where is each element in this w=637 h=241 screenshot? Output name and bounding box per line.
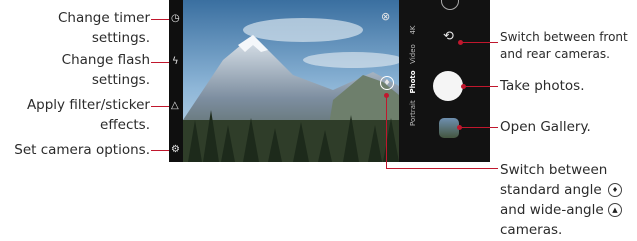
callout-gallery: Open Gallery. bbox=[500, 119, 591, 135]
flash-icon[interactable]: ϟ bbox=[172, 57, 179, 67]
mode-4k[interactable]: 4K bbox=[409, 18, 417, 42]
callout-angle-line3-row: and wide-angle ▲ bbox=[500, 200, 637, 220]
callout-angle-line2-row: standard angle ♦ bbox=[500, 180, 637, 200]
leader-dot-switch-camera bbox=[458, 40, 463, 45]
mode-video[interactable]: Video bbox=[409, 42, 417, 66]
leader-angle-horiz bbox=[386, 168, 498, 169]
switch-camera-icon[interactable]: ⟲ bbox=[443, 30, 454, 43]
left-toolbar bbox=[169, 0, 183, 162]
leader-angle-vert bbox=[386, 95, 387, 168]
callout-angle-line3: and wide-angle bbox=[500, 202, 604, 218]
callout-switch-camera: Switch between front and rear cameras. bbox=[500, 30, 628, 61]
leader-gallery bbox=[459, 127, 498, 128]
mode-photo[interactable]: Photo bbox=[409, 70, 417, 94]
callout-filter: Apply filter/sticker effects. bbox=[26, 97, 150, 133]
leader-dot-shutter bbox=[461, 84, 466, 89]
wide-angle-icon: ▲ bbox=[608, 203, 622, 217]
standard-angle-icon: ♦ bbox=[608, 183, 622, 197]
filter-icon[interactable]: △ bbox=[171, 101, 179, 111]
mode-strip: Portrait Photo Video 4K bbox=[401, 0, 425, 162]
leader-dot-gallery bbox=[457, 125, 462, 130]
callout-angle: Switch between standard angle ♦ and wide… bbox=[500, 160, 637, 240]
leader-dot-angle bbox=[384, 93, 389, 98]
leader-switch-camera bbox=[460, 42, 498, 43]
gallery-shortcut-icon[interactable]: ⊗ bbox=[381, 11, 390, 22]
callout-flash: Change flash settings. bbox=[61, 52, 150, 88]
callout-take-photos: Take photos. bbox=[500, 78, 585, 94]
callout-angle-line1: Switch between bbox=[500, 162, 608, 178]
leader-shutter bbox=[463, 86, 498, 87]
callout-timer: Change timer settings. bbox=[57, 10, 150, 46]
timer-icon[interactable]: ◷ bbox=[171, 14, 180, 24]
angle-switch-button[interactable]: ♦ bbox=[380, 76, 394, 90]
settings-icon[interactable]: ⚙ bbox=[171, 145, 180, 155]
callout-angle-line2: standard angle bbox=[500, 182, 602, 198]
shutter-button[interactable] bbox=[433, 71, 463, 101]
callout-angle-line4: cameras. bbox=[500, 222, 563, 238]
gallery-thumbnail[interactable] bbox=[439, 118, 459, 138]
callout-options: Set camera options. bbox=[14, 142, 150, 158]
camera-screen: ◷ ϟ △ ⚙ ⊗ ♦ Portrait Photo Video 4K ⟲ bbox=[169, 0, 490, 162]
mode-portrait[interactable]: Portrait bbox=[409, 100, 417, 126]
